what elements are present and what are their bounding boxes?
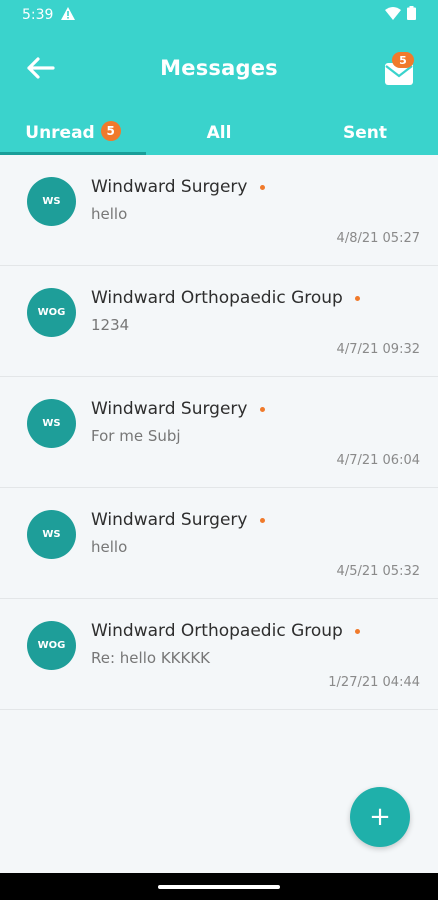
sender-name: Windward Orthopaedic Group xyxy=(91,288,360,308)
tab-unread-label: Unread xyxy=(25,123,95,143)
message-preview: Re: hello KKKKK xyxy=(91,649,210,667)
message-preview: 1234 xyxy=(91,316,130,334)
sender-text: Windward Surgery xyxy=(91,177,248,197)
message-item[interactable]: WS Windward Surgery hello 4/5/21 05:32 xyxy=(0,488,438,599)
plus-icon: + xyxy=(369,802,391,832)
status-right xyxy=(385,6,416,24)
message-item[interactable]: WOG Windward Orthopaedic Group Re: hello… xyxy=(0,599,438,710)
avatar: WS xyxy=(27,510,76,559)
system-nav-bar xyxy=(0,873,438,900)
battery-icon xyxy=(407,6,416,24)
unread-dot xyxy=(259,517,265,523)
sender-name: Windward Surgery xyxy=(91,399,265,419)
message-item[interactable]: WS Windward Surgery For me Subj 4/7/21 0… xyxy=(0,377,438,488)
avatar: WS xyxy=(27,399,76,448)
tab-sent[interactable]: Sent xyxy=(292,118,438,155)
unread-dot xyxy=(259,406,265,412)
message-preview: For me Subj xyxy=(91,427,181,445)
status-left: 5:39 xyxy=(22,6,76,24)
message-date: 1/27/21 04:44 xyxy=(328,675,420,690)
tab-bar: Unread 5 All Sent xyxy=(0,118,438,155)
avatar: WS xyxy=(27,177,76,226)
tab-unread[interactable]: Unread 5 xyxy=(0,118,146,155)
message-list: WS Windward Surgery hello 4/8/21 05:27 W… xyxy=(0,155,438,710)
message-date: 4/8/21 05:27 xyxy=(336,231,420,246)
tab-all-label: All xyxy=(206,123,232,143)
unread-dot xyxy=(354,628,360,634)
status-bar: 5:39 xyxy=(0,0,438,30)
sender-text: Windward Surgery xyxy=(91,399,248,419)
inbox-badge: 5 xyxy=(392,52,414,68)
message-item[interactable]: WS Windward Surgery hello 4/8/21 05:27 xyxy=(0,155,438,266)
sender-name: Windward Surgery xyxy=(91,177,265,197)
unread-dot xyxy=(354,295,360,301)
warning-triangle-icon xyxy=(61,6,76,24)
sender-text: Windward Orthopaedic Group xyxy=(91,288,343,308)
avatar: WOG xyxy=(27,621,76,670)
wifi-icon xyxy=(385,6,401,24)
unread-dot xyxy=(259,184,265,190)
message-preview: hello xyxy=(91,205,128,223)
avatar: WOG xyxy=(27,288,76,337)
sender-name: Windward Orthopaedic Group xyxy=(91,621,360,641)
sender-text: Windward Orthopaedic Group xyxy=(91,621,343,641)
status-time: 5:39 xyxy=(22,7,54,23)
unread-count-badge: 5 xyxy=(100,121,121,141)
message-item[interactable]: WOG Windward Orthopaedic Group 1234 4/7/… xyxy=(0,266,438,377)
compose-button[interactable]: + xyxy=(350,787,410,847)
home-handle[interactable] xyxy=(158,885,280,889)
tab-sent-label: Sent xyxy=(342,123,387,143)
tab-all[interactable]: All xyxy=(146,118,292,155)
message-date: 4/5/21 05:32 xyxy=(336,564,420,579)
sender-name: Windward Surgery xyxy=(91,510,265,530)
page-title: Messages xyxy=(160,56,278,80)
message-date: 4/7/21 06:04 xyxy=(336,453,420,468)
inbox-button[interactable]: 5 xyxy=(380,52,420,86)
message-preview: hello xyxy=(91,538,128,556)
header: Messages 5 Unread 5 All Sent xyxy=(0,30,438,155)
sender-text: Windward Surgery xyxy=(91,510,248,530)
message-date: 4/7/21 09:32 xyxy=(336,342,420,357)
